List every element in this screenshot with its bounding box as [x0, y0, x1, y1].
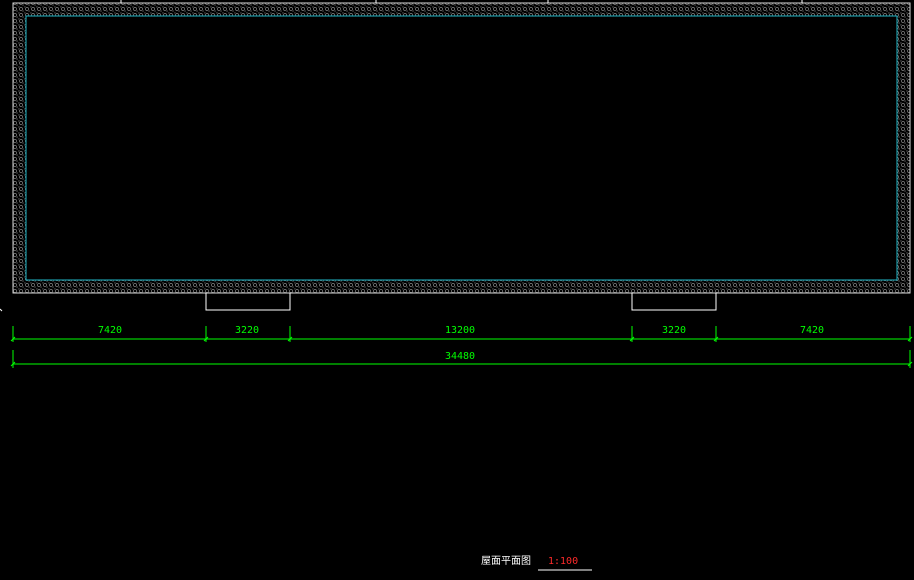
drawing-title: 屋面平面图 [481, 555, 531, 567]
roof-outline[interactable] [12, 2, 911, 294]
parapet-inner-edge [25, 15, 898, 281]
dimension-label-2: 3220 [235, 325, 259, 336]
dimension-label-1: 7420 [98, 325, 122, 336]
drawing-title-block[interactable]: 屋面平面图 1:100 [481, 555, 592, 571]
edge-mark-left-upper [0, 308, 3, 312]
dimension-label-4: 3220 [662, 325, 686, 336]
parapet-hatch [13, 3, 910, 293]
cad-drawing-canvas[interactable]: 7420 3220 13200 3220 7420 34480 屋面平面图 1:… [0, 0, 914, 580]
projection-left[interactable] [205, 293, 291, 311]
overall-dimension-label: 34480 [445, 351, 475, 362]
drawing-scale: 1:100 [548, 556, 578, 567]
dimension-label-5: 7420 [800, 325, 824, 336]
dimension-label-3: 13200 [445, 325, 475, 336]
projection-right[interactable] [631, 293, 717, 311]
parapet-outer-edge [12, 2, 911, 294]
